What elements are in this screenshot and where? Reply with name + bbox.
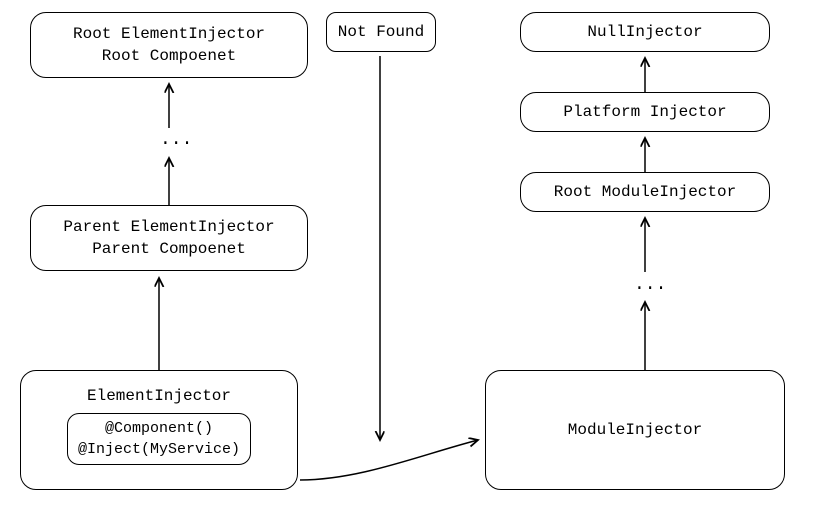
root-element-injector-line2: Root Compoenet xyxy=(102,45,236,67)
parent-element-injector-line1: Parent ElementInjector xyxy=(63,216,274,238)
component-decorator-line2: @Inject(MyService) xyxy=(78,439,240,460)
element-injector-title: ElementInjector xyxy=(87,385,231,407)
root-element-injector-line1: Root ElementInjector xyxy=(73,23,265,45)
parent-element-injector-box: Parent ElementInjector Parent Compoenet xyxy=(30,205,308,271)
null-injector-label: NullInjector xyxy=(587,21,702,43)
component-decorator-line1: @Component() xyxy=(78,418,240,439)
module-injector-label: ModuleInjector xyxy=(568,419,702,441)
root-element-injector-box: Root ElementInjector Root Compoenet xyxy=(30,12,308,78)
not-found-label: Not Found xyxy=(338,21,424,43)
root-module-injector-label: Root ModuleInjector xyxy=(554,181,736,203)
platform-injector-label: Platform Injector xyxy=(563,101,726,123)
right-ellipsis: ... xyxy=(634,275,666,295)
parent-element-injector-line2: Parent Compoenet xyxy=(92,238,246,260)
element-injector-box: ElementInjector @Component() @Inject(MyS… xyxy=(20,370,298,490)
left-ellipsis: ... xyxy=(160,130,192,150)
root-module-injector-box: Root ModuleInjector xyxy=(520,172,770,212)
not-found-box: Not Found xyxy=(326,12,436,52)
injector-hierarchy-diagram: Root ElementInjector Root Compoenet ... … xyxy=(0,0,814,530)
component-decorator-box: @Component() @Inject(MyService) xyxy=(67,413,251,465)
null-injector-box: NullInjector xyxy=(520,12,770,52)
platform-injector-box: Platform Injector xyxy=(520,92,770,132)
module-injector-box: ModuleInjector xyxy=(485,370,785,490)
